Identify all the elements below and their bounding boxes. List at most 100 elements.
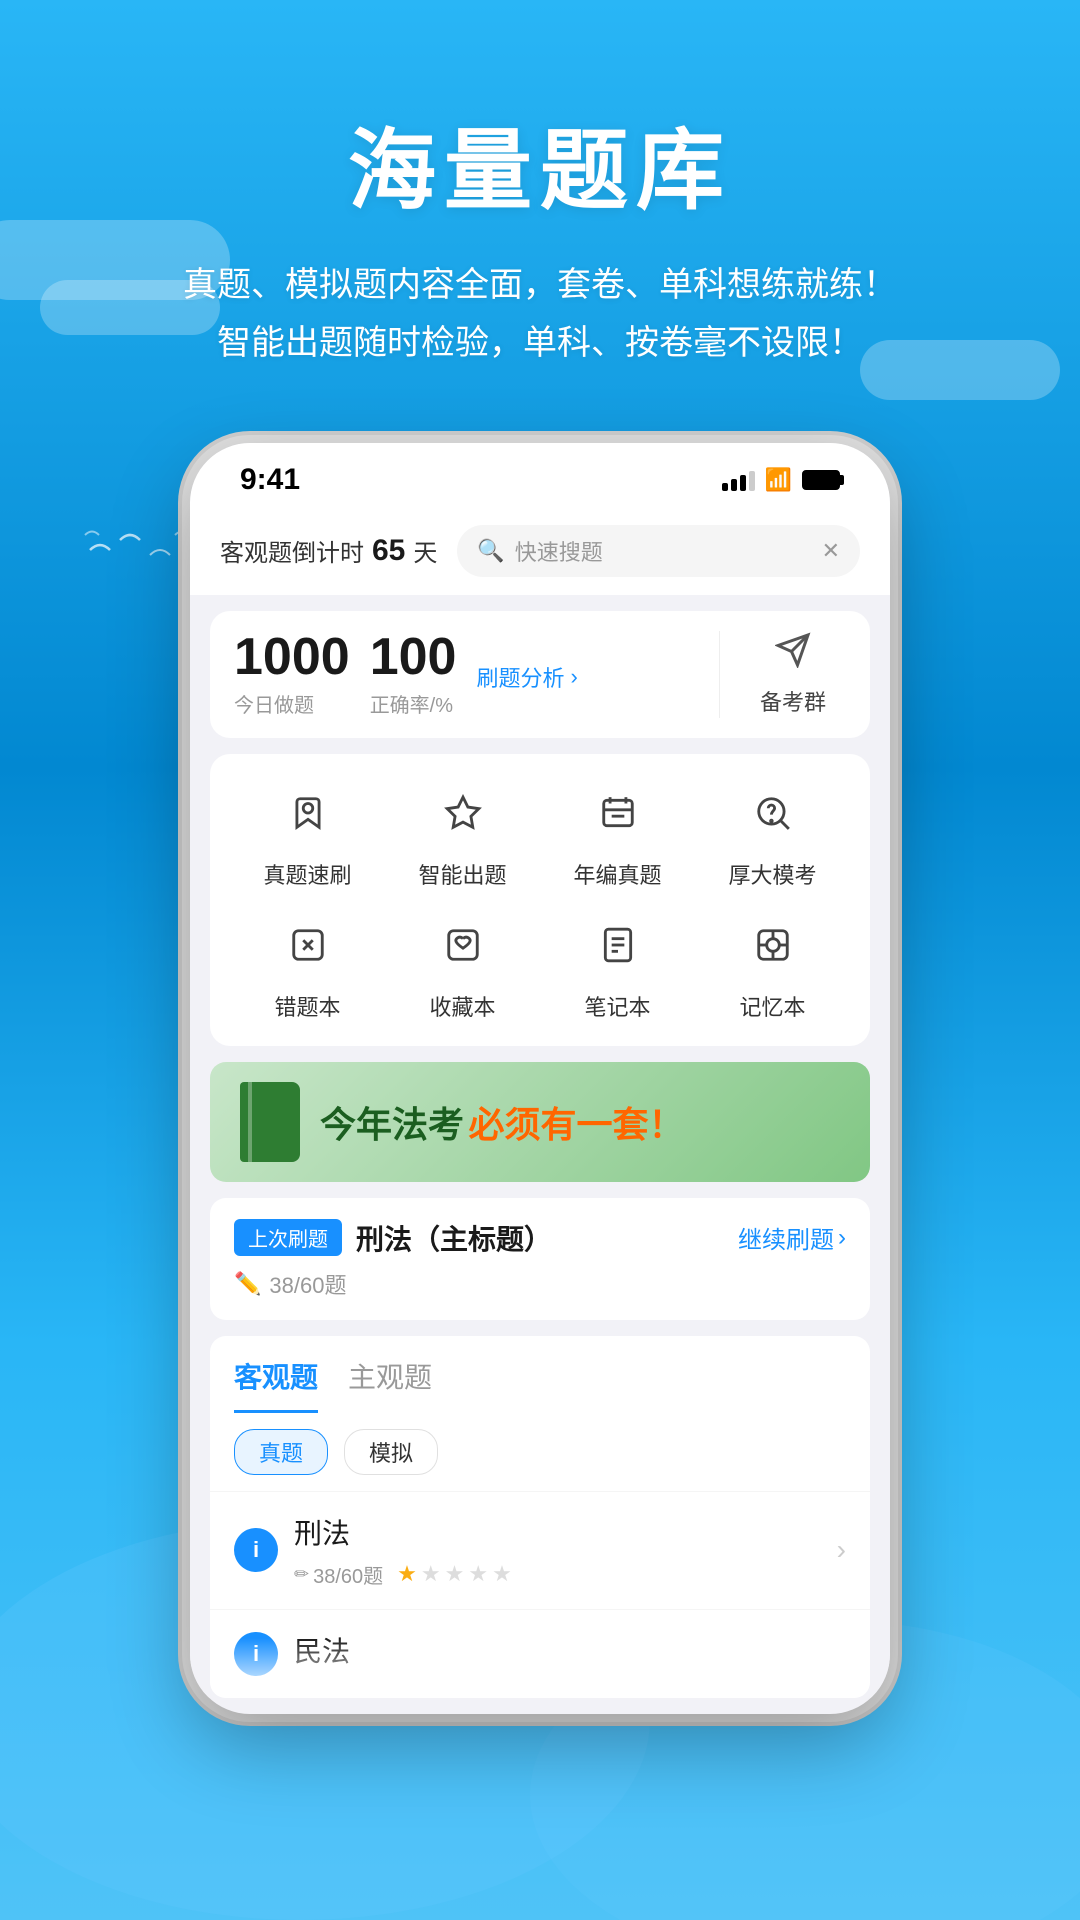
subject-item-xingfa[interactable]: i 刑法 ✏ 38/60题 ★ ★ ★ ★ [210,1491,870,1609]
subject-name-xingfa: 刑法 [294,1512,821,1552]
wifi-icon: 📶 [765,467,792,493]
tabs-section: 客观题 主观题 真题 模拟 i 刑法 ✏ 38/60题 [210,1336,870,1698]
today-count: 1000 [234,631,350,683]
continue-link[interactable]: 继续刷题 › [738,1220,846,1255]
exam-icon [738,778,808,848]
last-session-tag: 上次刷题 [234,1219,342,1256]
icon-grid: 真题速刷 智能出题 [210,754,870,1046]
subject-stars-xingfa: ★ ★ ★ ★ ★ [397,1561,512,1587]
analysis-label: 刷题分析 [476,661,564,693]
main-title: 海量题库 [0,100,1080,227]
promo-banner[interactable]: 今年法考 必须有一套！ [210,1062,870,1182]
phone-mockup: 9:41 📶 客观题倒计时 65 天 [0,443,1080,1714]
last-session-card: 上次刷题 刑法（主标题） 继续刷题 › ✏️ 38/60题 [210,1198,870,1320]
stats-left: 1000 今日做题 100 正确率/% 刷题分析 › [234,631,699,718]
filter-tags: 真题 模拟 [210,1413,870,1491]
accuracy-label: 正确率/% [370,689,457,718]
subject-meta-xingfa: ✏ 38/60题 ★ ★ ★ ★ ★ [294,1560,821,1589]
menu-item-zhentisu[interactable]: 真题速刷 [230,778,385,890]
subject-icon-minfa: i [234,1632,278,1676]
header-section: 海量题库 真题、模拟题内容全面，套卷、单科想练就练！ 智能出题随时检验，单科、按… [0,0,1080,413]
star-5: ★ [492,1561,512,1587]
today-label: 今日做题 [234,689,350,718]
star-1: ★ [397,1561,417,1587]
sub-title-line2: 智能出题随时检验，单科、按卷毫不设限！ [0,315,1080,373]
tab-objective[interactable]: 客观题 [234,1356,318,1413]
signal-icon [722,469,755,491]
tabs-header: 客观题 主观题 [210,1336,870,1413]
search-icon: 🔍 [477,538,504,564]
banner-highlight-text: 必须有一套！ [468,1104,684,1145]
icon-row-1: 真题速刷 智能出题 [230,778,850,890]
chevron-right-icon: › [837,1534,846,1566]
last-session-title: 刑法（主标题） [356,1218,552,1258]
star-3: ★ [445,1561,465,1587]
menu-label-biji: 笔记本 [584,990,650,1022]
countdown-unit: 天 [413,533,437,568]
memory-icon [738,910,808,980]
subject-icon-xingfa: i [234,1528,278,1572]
session-progress: ✏️ 38/60题 [234,1268,846,1300]
menu-item-jiyiben[interactable]: 记忆本 [695,910,850,1022]
send-icon [775,632,811,677]
icon-row-2: 错题本 收藏本 [230,910,850,1022]
study-group-label: 备考群 [760,685,826,717]
menu-item-shoucangben[interactable]: 收藏本 [385,910,540,1022]
status-time: 9:41 [240,463,300,497]
countdown-label: 客观题倒计时 [220,533,364,568]
banner-book-icon [240,1082,300,1162]
favorite-icon [428,910,498,980]
battery-icon [802,470,840,490]
stat-accuracy: 100 正确率/% [370,631,457,718]
study-group[interactable]: 备考群 [740,631,846,718]
menu-item-zhinen[interactable]: 智能出题 [385,778,540,890]
banner-main-text: 今年法考 [320,1104,464,1145]
star-4: ★ [468,1561,488,1587]
menu-label-zhentisu: 真题速刷 [263,858,351,890]
menu-item-nianbianzhenti[interactable]: 年编真题 [540,778,695,890]
stats-divider [719,631,720,718]
subject-info-minfa: 民法 [294,1630,846,1678]
banner-text: 今年法考 必须有一套！ [320,1096,684,1148]
continue-chevron-icon: › [838,1224,846,1252]
menu-item-houdamokao[interactable]: 厚大模考 [695,778,850,890]
sub-title: 真题、模拟题内容全面，套卷、单科想练就练！ 智能出题随时检验，单科、按卷毫不设限… [0,257,1080,373]
menu-item-bijiben[interactable]: 笔记本 [540,910,695,1022]
accuracy-count: 100 [370,631,457,683]
menu-label-cuoti: 错题本 [274,990,340,1022]
filter-simulated[interactable]: 模拟 [344,1429,438,1475]
menu-label-houda: 厚大模考 [728,858,816,890]
subject-progress-xingfa: ✏ 38/60题 [294,1560,383,1589]
search-bar[interactable]: 🔍 快速搜题 ✕ [457,525,860,577]
app-content: 客观题倒计时 65 天 🔍 快速搜题 ✕ 1000 今日做题 [190,507,890,1698]
menu-label-shoucang: 收藏本 [429,990,495,1022]
note-icon [583,910,653,980]
ai-icon [428,778,498,848]
last-session-info: 上次刷题 刑法（主标题） [234,1218,552,1258]
subject-item-minfa[interactable]: i 民法 [210,1609,870,1698]
pencil-icon-2: ✏ [294,1564,309,1585]
error-icon [273,910,343,980]
menu-item-cuotiben[interactable]: 错题本 [230,910,385,1022]
pencil-icon: ✏️ [234,1271,261,1297]
calendar-icon [583,778,653,848]
stat-today: 1000 今日做题 [234,631,350,718]
phone-frame: 9:41 📶 客观题倒计时 65 天 [190,443,890,1714]
stats-card: 1000 今日做题 100 正确率/% 刷题分析 › [210,611,870,738]
sub-title-line1: 真题、模拟题内容全面，套卷、单科想练就练！ [0,257,1080,315]
menu-label-zhinen: 智能出题 [418,858,506,890]
status-icons: 📶 [722,467,840,493]
tab-subjective[interactable]: 主观题 [348,1356,432,1413]
countdown-container: 客观题倒计时 65 天 [220,533,437,568]
subject-name-minfa: 民法 [294,1630,846,1670]
search-close-icon[interactable]: ✕ [822,538,840,564]
analysis-chevron-icon: › [570,664,577,690]
filter-real[interactable]: 真题 [234,1429,328,1475]
star-2: ★ [421,1561,441,1587]
status-bar: 9:41 📶 [190,443,890,507]
menu-label-jiyi: 记忆本 [739,990,805,1022]
analysis-link[interactable]: 刷题分析 › [476,661,577,693]
search-placeholder: 快速搜题 [515,535,603,567]
menu-label-nianbian: 年编真题 [573,858,661,890]
bookmark-icon [273,778,343,848]
